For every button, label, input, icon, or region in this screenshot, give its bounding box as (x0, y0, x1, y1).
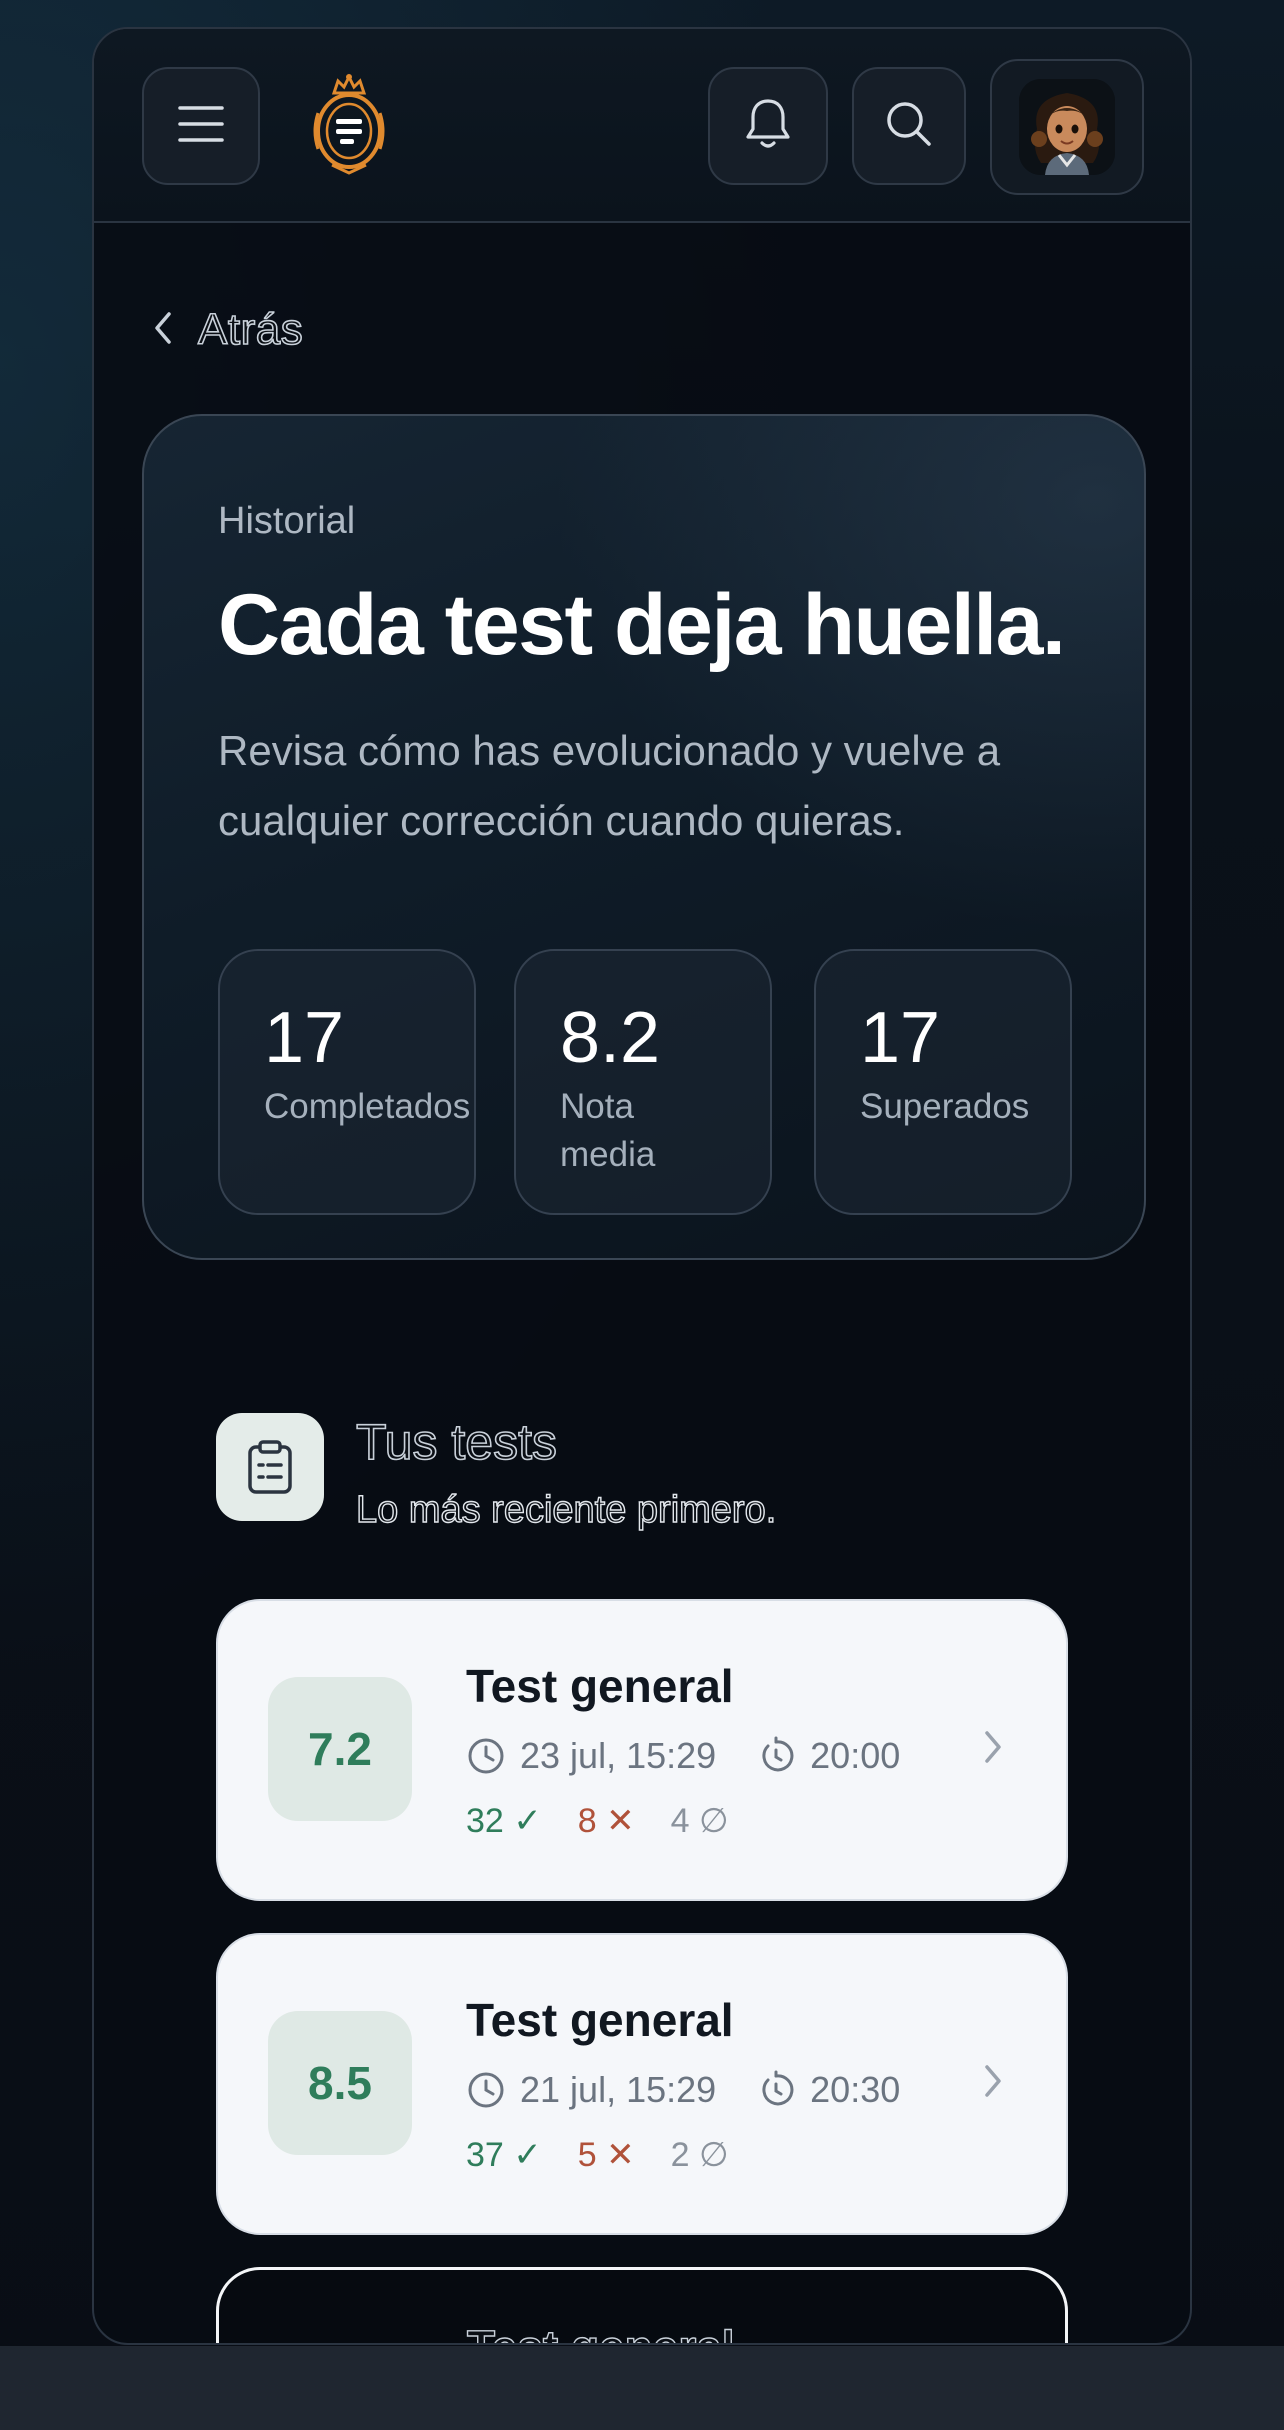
test-card[interactable]: 7.2 Test general 23 jul, 15:29 20:00 32 … (216, 1599, 1068, 1901)
stat-value: 17 (264, 998, 345, 1078)
page-title: Cada test deja huella. (218, 577, 1066, 673)
test-title: Test general (466, 1994, 734, 2046)
wrong-count: 5 ✕ (577, 2136, 635, 2174)
app-screen: Atrás Historial Cada test deja huella. R… (0, 0, 1284, 2430)
test-duration: 20:30 (810, 2069, 901, 2110)
history-summary-card: Historial Cada test deja huella. Revisa … (142, 414, 1146, 1260)
stat-value: 17 (860, 998, 941, 1078)
timer-icon (756, 1736, 796, 1776)
stat-label: Superados (860, 1087, 1030, 1126)
menu-icon (178, 104, 224, 149)
section-subtitle: Lo más reciente primero. (355, 1488, 777, 1531)
search-button[interactable] (852, 67, 966, 185)
page-description: Revisa cómo has evolucionado y vuelve a … (218, 727, 1001, 844)
section-title: Tus tests (355, 1413, 558, 1471)
answer-counts: 32 ✓ 8 ✕ 4 ∅ (466, 1801, 729, 1841)
clipboard-icon (216, 1413, 324, 1521)
search-icon (884, 99, 934, 154)
profile-button[interactable] (990, 59, 1144, 195)
test-meta: 23 jul, 15:29 20:00 (466, 1735, 900, 1777)
test-card[interactable]: Test general (216, 2267, 1068, 2343)
test-date: 23 jul, 15:29 (520, 1735, 717, 1776)
stat-value: 8.2 (560, 998, 661, 1078)
clock-icon (466, 1736, 506, 1776)
correct-count: 37 ✓ (466, 2136, 542, 2174)
top-bar (94, 29, 1190, 223)
test-meta: 21 jul, 15:29 20:30 (466, 2069, 900, 2111)
test-duration: 20:00 (810, 1735, 901, 1776)
bell-icon (744, 97, 792, 156)
test-date: 21 jul, 15:29 (520, 2069, 717, 2110)
stat-passed: 17 Superados (814, 949, 1072, 1215)
stat-label: Completados (264, 1087, 471, 1126)
blank-count: 2 ∅ (670, 2136, 729, 2174)
stat-completed: 17 Completados (218, 949, 476, 1215)
test-card[interactable]: 8.5 Test general 21 jul, 15:29 20:30 37 … (216, 1933, 1068, 2235)
back-label: Atrás (197, 304, 304, 355)
clock-icon (466, 2070, 506, 2110)
user-avatar (1019, 79, 1115, 175)
bottom-bar (0, 2346, 1284, 2430)
test-title: Test general (466, 1660, 734, 1712)
timer-icon (756, 2070, 796, 2110)
stat-label: Nota media (560, 1087, 656, 1174)
answer-counts: 37 ✓ 5 ✕ 2 ∅ (466, 2135, 729, 2175)
score-badge: 8.5 (268, 2011, 412, 2155)
chevron-right-icon (982, 2061, 1004, 2101)
test-title: Test general (466, 2320, 735, 2343)
chevron-right-icon (982, 1727, 1004, 1767)
section-eyebrow: Historial (218, 500, 356, 542)
correct-count: 32 ✓ (466, 1802, 542, 1840)
notifications-button[interactable] (708, 67, 828, 185)
phone-frame: Atrás Historial Cada test deja huella. R… (92, 27, 1192, 2345)
emblem-logo (312, 73, 386, 177)
chevron-left-icon (152, 310, 174, 351)
score-badge: 7.2 (268, 1677, 412, 1821)
wrong-count: 8 ✕ (577, 1802, 635, 1840)
menu-button[interactable] (142, 67, 260, 185)
blank-count: 4 ∅ (670, 1802, 729, 1840)
stat-average: 8.2 Nota media (514, 949, 772, 1215)
back-link[interactable]: Atrás (152, 304, 304, 355)
